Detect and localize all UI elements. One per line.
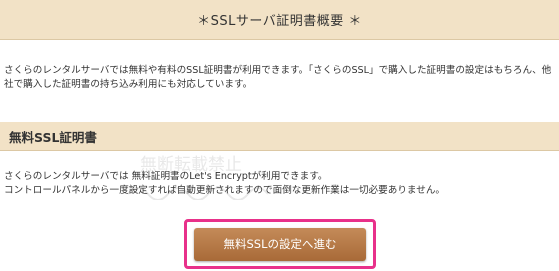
free-ssl-section-header: 無料SSL証明書 <box>0 122 559 151</box>
free-ssl-description: さくらのレンタルサーバでは 無料証明書のLet's Encryptが利用できます… <box>4 170 556 198</box>
free-ssl-setup-button[interactable]: 無料SSLの設定へ進む <box>194 227 366 261</box>
free-ssl-desc-line2: コントロールパネルから一度設定すれば自動更新されますので面倒な更新作業は一切必要… <box>4 185 446 196</box>
page-header: ＊SSLサーバ証明書概要 ＊ <box>0 0 559 40</box>
button-highlight-frame: 無料SSLの設定へ進む <box>184 219 376 269</box>
page-title: ＊SSLサーバ証明書概要 ＊ <box>197 14 362 29</box>
intro-text: さくらのレンタルサーバでは無料や有料のSSL証明書が利用できます。「さくらのSS… <box>4 65 552 90</box>
free-ssl-desc-line1: さくらのレンタルサーバでは 無料証明書のLet's Encryptが利用できます… <box>4 171 328 182</box>
free-ssl-section-title: 無料SSL証明書 <box>9 129 97 145</box>
